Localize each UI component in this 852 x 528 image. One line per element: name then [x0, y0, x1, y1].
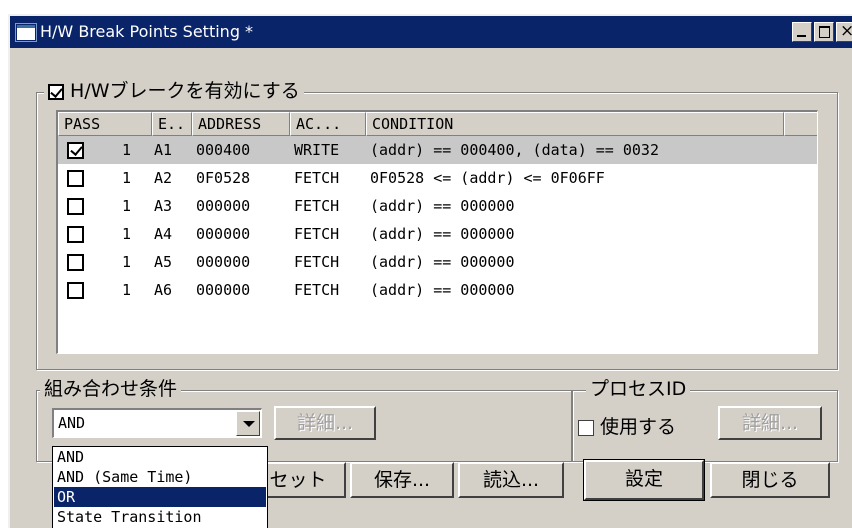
address-cell: 000000	[196, 225, 251, 243]
access-cell: FETCH	[294, 253, 340, 271]
table-row[interactable]: 1 A4 000000 FETCH (addr) == 000000	[58, 220, 817, 248]
table-row[interactable]: 1 A6 000000 FETCH (addr) == 000000	[58, 276, 817, 304]
process-id-title: プロセスID	[586, 378, 691, 400]
hw-break-enable-label: H/Wブレークを有効にする	[70, 80, 300, 102]
table-row[interactable]: 1 A2 0F0528 FETCH 0F0528 <= (addr) <= 0F06FF	[58, 164, 817, 192]
column-header-event[interactable]: E..	[152, 112, 192, 136]
event-cell: A4	[154, 225, 173, 243]
table-row[interactable]: 1 A5 000000 FETCH (addr) == 000000	[58, 248, 817, 276]
condition-cell: (addr) == 000000	[370, 225, 515, 243]
hw-break-enable-option[interactable]: H/Wブレークを有効にする	[44, 80, 304, 102]
process-use-option[interactable]: 使用する	[578, 412, 676, 439]
row-enable-checkbox[interactable]	[67, 170, 84, 187]
condition-cell: 0F0528 <= (addr) <= 0F06FF	[370, 169, 605, 187]
row-enable-checkbox[interactable]	[67, 226, 84, 243]
combination-detail-button[interactable]: 詳細...	[274, 406, 376, 440]
row-enable-checkbox[interactable]	[67, 254, 84, 271]
event-cell: A1	[154, 141, 173, 159]
dropdown-option[interactable]: AND (Same Time)	[54, 467, 266, 487]
condition-cell: (addr) == 000400, (data) == 0032	[370, 141, 659, 159]
column-header-access[interactable]: AC...	[290, 112, 366, 136]
combination-title: 組み合わせ条件	[40, 378, 182, 400]
hw-break-enable-checkbox[interactable]	[48, 83, 64, 100]
close-window-button[interactable]: ×	[836, 21, 852, 42]
dropdown-option-highlighted[interactable]: OR	[54, 487, 266, 507]
address-cell: 000000	[196, 281, 251, 299]
row-enable-checkbox[interactable]	[67, 282, 84, 299]
access-cell: FETCH	[294, 169, 340, 187]
address-cell: 000000	[196, 253, 251, 271]
pass-count-cell: 1	[122, 225, 132, 243]
column-header-filler	[784, 112, 817, 136]
maximize-button[interactable]	[814, 22, 834, 42]
address-cell: 0F0528	[196, 169, 251, 187]
load-button[interactable]: 読込...	[458, 462, 564, 498]
condition-cell: (addr) == 000000	[370, 197, 515, 215]
address-cell: 000000	[196, 197, 251, 215]
row-enable-checkbox[interactable]	[67, 198, 84, 215]
break-points-dialog: H/W Break Points Setting * × H/Wブレークを有効に…	[8, 14, 852, 528]
window-title: H/W Break Points Setting *	[40, 22, 254, 41]
window-icon	[16, 24, 36, 41]
process-detail-button[interactable]: 詳細...	[718, 406, 822, 440]
pass-count-cell: 1	[122, 281, 132, 299]
close-icon: ×	[840, 21, 852, 41]
event-cell: A6	[154, 281, 173, 299]
set-button[interactable]: 設定	[583, 459, 705, 501]
break-point-list[interactable]: PASS E.. ADDRESS AC... CONDITION 1 A1 0004…	[56, 110, 818, 354]
table-row[interactable]: 1 A1 000400 WRITE (addr) == 000400, (data) =…	[58, 136, 817, 164]
process-use-checkbox[interactable]	[578, 419, 594, 436]
condition-cell: (addr) == 000000	[370, 253, 515, 271]
chevron-down-icon[interactable]	[236, 411, 260, 436]
combination-dropdown-list[interactable]: AND AND (Same Time) OR State Transition	[52, 446, 268, 528]
event-cell: A2	[154, 169, 173, 187]
list-header: PASS E.. ADDRESS AC... CONDITION	[58, 112, 817, 136]
access-cell: FETCH	[294, 225, 340, 243]
pass-count-cell: 1	[122, 253, 132, 271]
combination-select[interactable]: AND	[52, 408, 262, 438]
table-row[interactable]: 1 A3 000000 FETCH (addr) == 000000	[58, 192, 817, 220]
event-cell: A3	[154, 197, 173, 215]
process-use-label: 使用する	[600, 416, 677, 438]
dropdown-option[interactable]: State Transition	[54, 507, 266, 527]
pass-count-cell: 1	[122, 197, 132, 215]
title-bar[interactable]: H/W Break Points Setting * ×	[10, 16, 852, 48]
pass-count-cell: 1	[122, 141, 132, 159]
minimize-button[interactable]	[792, 22, 812, 42]
address-cell: 000400	[196, 141, 251, 159]
access-cell: WRITE	[294, 141, 340, 159]
dropdown-option[interactable]: AND	[54, 447, 266, 467]
combination-selected-value: AND	[58, 414, 86, 432]
access-cell: FETCH	[294, 197, 340, 215]
condition-cell: (addr) == 000000	[370, 281, 515, 299]
pass-count-cell: 1	[122, 169, 132, 187]
close-button[interactable]: 閉じる	[710, 462, 830, 498]
access-cell: FETCH	[294, 281, 340, 299]
column-header-address[interactable]: ADDRESS	[192, 112, 290, 136]
column-header-pass[interactable]: PASS	[58, 112, 152, 136]
event-cell: A5	[154, 253, 173, 271]
column-header-condition[interactable]: CONDITION	[366, 112, 784, 136]
save-button[interactable]: 保存...	[350, 462, 454, 498]
row-enable-checkbox[interactable]	[67, 142, 84, 159]
